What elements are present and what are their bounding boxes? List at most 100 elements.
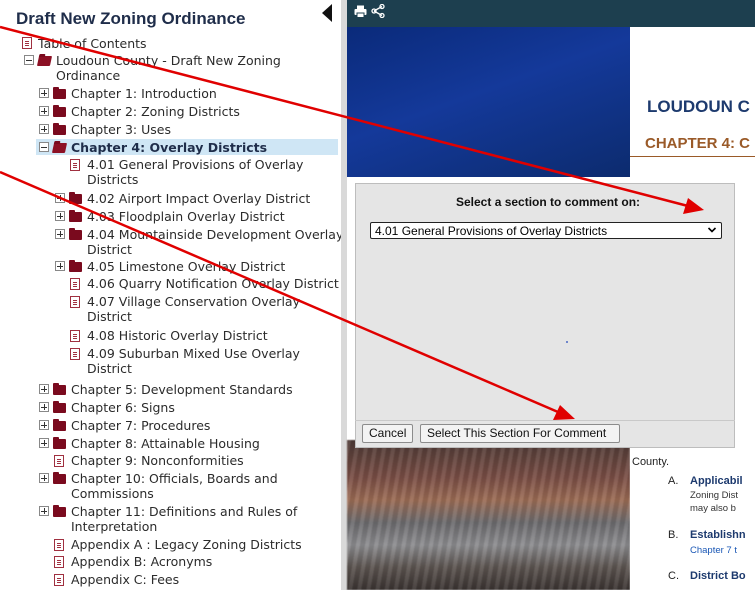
- print-icon[interactable]: [354, 5, 367, 18]
- sidebar-item-4-08[interactable]: 4.08 Historic Overlay District: [87, 328, 268, 343]
- expand-icon[interactable]: [39, 473, 49, 483]
- list-item-title: District Bo: [690, 570, 746, 582]
- expand-icon[interactable]: [39, 438, 49, 448]
- sidebar-item-4-06[interactable]: 4.06 Quarry Notification Overlay Distric…: [87, 276, 339, 291]
- sidebar-item-label-continued: Districts: [87, 172, 139, 187]
- sidebar-item-table-of-contents[interactable]: Table of Contents: [38, 36, 147, 51]
- expand-icon[interactable]: [55, 261, 65, 271]
- sidebar-item-label-continued: Commissions: [71, 486, 154, 501]
- expand-icon[interactable]: [39, 506, 49, 516]
- document-icon: [54, 556, 64, 568]
- list-item-text: may also b: [690, 503, 736, 514]
- sidebar-item-4-05[interactable]: 4.05 Limestone Overlay District: [87, 259, 285, 274]
- sidebar-item-label-continued: Ordinance: [56, 68, 121, 83]
- sidebar-item-label: 4.06 Quarry Notification Overlay Distric…: [87, 276, 339, 291]
- list-item-link[interactable]: Chapter 7 t: [690, 545, 737, 556]
- document-icon: [70, 278, 80, 290]
- folder-icon: [53, 505, 66, 517]
- expand-icon[interactable]: [39, 402, 49, 412]
- list-item-title: Applicabil: [690, 475, 743, 487]
- expand-icon[interactable]: [55, 229, 65, 239]
- select-section-for-comment-button[interactable]: Select This Section For Comment: [420, 424, 620, 443]
- sidebar-item-chapter-10[interactable]: Chapter 10: Officials, Boards and Commis…: [71, 471, 278, 501]
- sidebar-title: Draft New Zoning Ordinance: [16, 9, 246, 28]
- sidebar-item-label: Chapter 4: Overlay Districts: [71, 140, 268, 155]
- sidebar-item-label: Appendix B: Acronyms: [71, 554, 213, 569]
- sidebar-item-chapter-11[interactable]: Chapter 11: Definitions and Rules of Int…: [71, 504, 297, 534]
- sidebar-item-4-02[interactable]: 4.02 Airport Impact Overlay District: [87, 191, 310, 206]
- sidebar-item-label: 4.03 Floodplain Overlay District: [87, 209, 285, 224]
- expand-icon[interactable]: [55, 211, 65, 221]
- list-item-letter: A.: [668, 475, 679, 487]
- sidebar-item-label: Chapter 6: Signs: [71, 400, 175, 415]
- sidebar-item-chapter-7[interactable]: Chapter 7: Procedures: [71, 418, 210, 433]
- document-icon: [70, 348, 80, 360]
- sidebar-item-label: 4.09 Suburban Mixed Use Overlay: [87, 346, 300, 361]
- open-folder-icon: [51, 143, 68, 153]
- sidebar-item-label: Chapter 7: Procedures: [71, 418, 211, 433]
- folder-icon: [53, 472, 66, 484]
- document-heading: LOUDOUN C: [647, 97, 750, 116]
- sidebar-item-label: 4.08 Historic Overlay District: [87, 328, 268, 343]
- sidebar-item-4-03[interactable]: 4.03 Floodplain Overlay District: [87, 209, 285, 224]
- sidebar-item-4-09[interactable]: 4.09 Suburban Mixed Use Overlay District: [87, 346, 300, 376]
- sidebar-item-chapter-8[interactable]: Chapter 8: Attainable Housing: [71, 436, 260, 451]
- expand-icon[interactable]: [39, 106, 49, 116]
- sidebar-item-chapter-5[interactable]: Chapter 5: Development Standards: [71, 382, 293, 397]
- toc-sidebar: Draft New Zoning Ordinance Table of Cont…: [0, 0, 345, 590]
- sidebar-item-chapter-9[interactable]: Chapter 9: Nonconformities: [71, 453, 244, 468]
- collapse-icon[interactable]: [24, 55, 34, 65]
- sidebar-item-appendix-a[interactable]: Appendix A : Legacy Zoning Districts: [71, 537, 302, 552]
- sidebar-item-label: Chapter 1: Introduction: [71, 86, 217, 101]
- sidebar-item-label: Chapter 3: Uses: [71, 122, 171, 137]
- sidebar-item-4-01[interactable]: 4.01 General Provisions of Overlay Distr…: [87, 157, 303, 187]
- folder-icon: [53, 401, 66, 413]
- sidebar-item-label: 4.01 General Provisions of Overlay: [87, 157, 304, 172]
- collapse-sidebar-icon[interactable]: [322, 4, 332, 22]
- sidebar-item-label: Chapter 5: Development Standards: [71, 382, 293, 397]
- document-icon: [70, 159, 80, 171]
- sidebar-item-label: Chapter 9: Nonconformities: [71, 453, 244, 468]
- folder-icon: [53, 419, 66, 431]
- document-toolbar: [347, 0, 755, 27]
- expand-icon[interactable]: [39, 88, 49, 98]
- sidebar-item-chapter-2[interactable]: Chapter 2: Zoning Districts: [71, 104, 240, 119]
- sidebar-item-appendix-b[interactable]: Appendix B: Acronyms: [71, 554, 212, 569]
- document-body-text: County.: [632, 456, 670, 468]
- sidebar-item-label: Appendix C: Fees: [71, 572, 180, 587]
- expand-icon[interactable]: [39, 124, 49, 134]
- sidebar-item-4-07[interactable]: 4.07 Village Conservation Overlay Distri…: [87, 294, 300, 324]
- expand-icon[interactable]: [55, 193, 65, 203]
- cancel-button[interactable]: Cancel: [362, 424, 413, 443]
- sidebar-item-label: 4.05 Limestone Overlay District: [87, 259, 286, 274]
- dialog-divider: [355, 420, 735, 421]
- sidebar-item-label: Loudoun County - Draft New Zoning: [56, 53, 281, 68]
- sidebar-item-label-continued: District: [87, 361, 132, 376]
- chapter-heading-rule: [630, 156, 755, 157]
- expand-icon[interactable]: [39, 420, 49, 430]
- document-icon: [22, 37, 32, 49]
- section-select[interactable]: 4.01 General Provisions of Overlay Distr…: [370, 222, 722, 239]
- list-item-text: Zoning Dist: [690, 490, 739, 501]
- folder-icon: [53, 123, 66, 135]
- document-cover-photo: [347, 440, 630, 590]
- collapse-icon[interactable]: [39, 142, 49, 152]
- folder-icon: [69, 210, 82, 222]
- expand-icon[interactable]: [39, 384, 49, 394]
- document-icon: [54, 455, 64, 467]
- document-icon: [54, 539, 64, 551]
- sidebar-item-chapter-1[interactable]: Chapter 1: Introduction: [71, 86, 217, 101]
- sidebar-item-chapter-4[interactable]: Chapter 4: Overlay Districts: [71, 140, 267, 155]
- sidebar-item-chapter-6[interactable]: Chapter 6: Signs: [71, 400, 175, 415]
- document-icon: [70, 296, 80, 308]
- chapter-heading: CHAPTER 4: C: [645, 135, 751, 152]
- folder-icon: [53, 383, 66, 395]
- sidebar-item-chapter-3[interactable]: Chapter 3: Uses: [71, 122, 171, 137]
- sidebar-item-label-continued: District: [87, 309, 132, 324]
- loading-indicator: [566, 341, 568, 343]
- sidebar-item-appendix-c[interactable]: Appendix C: Fees: [71, 572, 179, 587]
- sidebar-item-label: 4.02 Airport Impact Overlay District: [87, 191, 311, 206]
- sidebar-item-4-04[interactable]: 4.04 Mountainside Development Overlay Di…: [87, 227, 343, 257]
- share-icon[interactable]: [371, 4, 385, 18]
- sidebar-item-loudoun-county[interactable]: Loudoun County - Draft New Zoning Ordina…: [56, 53, 281, 83]
